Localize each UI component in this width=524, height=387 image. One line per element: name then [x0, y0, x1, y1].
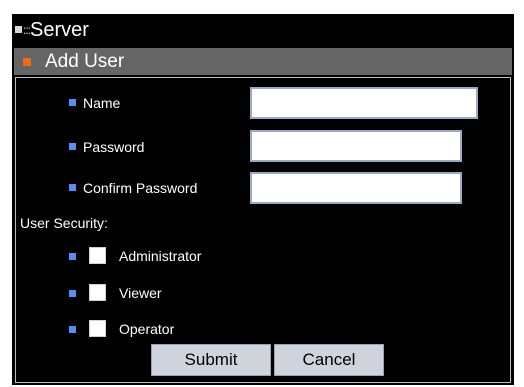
bullet-icon	[69, 290, 76, 297]
window-title: Server	[30, 19, 89, 41]
section-title: Add User	[45, 51, 125, 72]
server-panel: ::: Server Add User Name Password Confir…	[12, 14, 514, 385]
viewer-label: Viewer	[119, 285, 162, 301]
user-security-heading: User Security:	[20, 215, 108, 231]
name-field[interactable]	[250, 87, 478, 119]
cancel-button[interactable]: Cancel	[274, 344, 384, 376]
window-square-icon	[15, 26, 22, 33]
administrator-label: Administrator	[119, 248, 202, 264]
grip-dots-icon: :::	[23, 23, 31, 37]
bullet-icon	[69, 99, 76, 106]
password-label: Password	[83, 139, 145, 155]
viewer-checkbox[interactable]	[89, 284, 106, 301]
administrator-checkbox[interactable]	[89, 247, 106, 264]
confirm-password-field[interactable]	[250, 172, 462, 204]
orange-square-icon	[23, 58, 31, 66]
bullet-icon	[69, 253, 76, 260]
bullet-icon	[69, 326, 76, 333]
bullet-icon	[69, 143, 76, 150]
add-user-form: Name Password Confirm Password User Secu…	[15, 77, 511, 383]
confirm-password-label: Confirm Password	[83, 180, 198, 196]
title-bar: ::: Server	[12, 14, 514, 47]
section-header: Add User	[14, 48, 512, 75]
bullet-icon	[69, 184, 76, 191]
password-field[interactable]	[250, 130, 462, 162]
operator-checkbox[interactable]	[89, 320, 106, 337]
name-label: Name	[83, 95, 121, 111]
submit-button[interactable]: Submit	[151, 344, 271, 376]
operator-label: Operator	[119, 321, 175, 337]
